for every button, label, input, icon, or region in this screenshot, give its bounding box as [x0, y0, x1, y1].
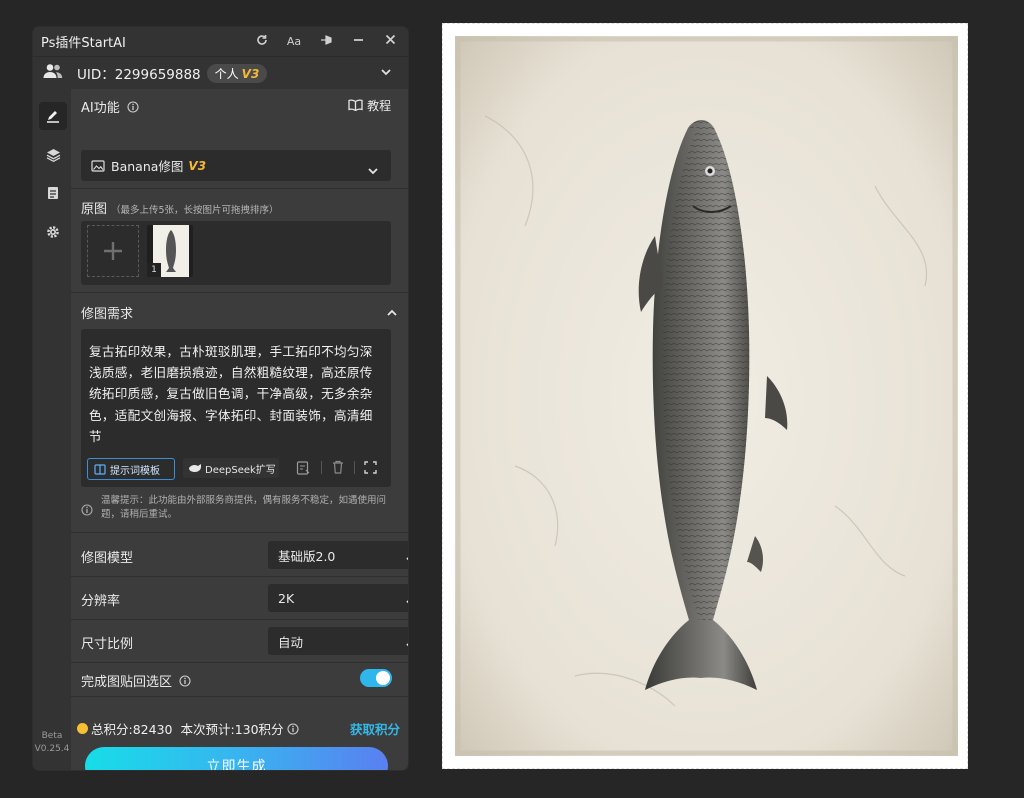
users-icon — [43, 63, 65, 83]
add-image-button[interactable] — [87, 225, 139, 277]
info-icon[interactable] — [287, 722, 299, 735]
document-icon[interactable] — [39, 179, 67, 207]
whale-icon — [189, 464, 201, 472]
user-bar[interactable]: UID：2299659888 个人 V3 — [33, 56, 408, 89]
info-icon — [81, 501, 93, 520]
source-image-label: 原图 （最多上传5张，长按图片可拖拽排序） — [81, 198, 279, 217]
title-bar[interactable]: Ps插件StartAI Aa — [33, 27, 408, 56]
toolbar-divider — [321, 461, 322, 474]
notice-text: 温馨提示：此功能由外部服务商提供，偶有服务不稳定，如遇使用问题，请稍后重试。 — [101, 495, 387, 520]
toolbar-divider — [354, 461, 355, 474]
user-uid: UID：2299659888 — [77, 67, 201, 83]
tutorial-link[interactable]: 教程 — [348, 97, 391, 114]
model-value: 基础版2.0 — [278, 548, 336, 564]
refresh-icon[interactable] — [252, 34, 272, 50]
model-select[interactable]: 基础版2.0 — [268, 541, 408, 569]
divider — [71, 532, 408, 533]
app-title: Ps插件StartAI — [41, 36, 126, 51]
divider — [71, 619, 408, 620]
resolution-select[interactable]: 2K — [268, 584, 408, 612]
clipboard-icon[interactable] — [294, 458, 312, 476]
paste-back-toggle[interactable] — [360, 669, 392, 687]
window-controls: Aa — [252, 27, 400, 56]
trash-icon[interactable] — [329, 458, 347, 476]
ai-tool-name: Banana修图 — [111, 159, 184, 174]
plan-level: V3 — [241, 66, 260, 81]
ai-feature-text: AI功能 — [81, 101, 120, 116]
plugin-panel: Ps插件StartAI Aa UID：2299659888 个人 V3 Beta… — [33, 27, 408, 770]
image-icon — [91, 159, 105, 172]
get-points-link[interactable]: 获取积分 — [350, 719, 400, 738]
expand-icon[interactable] — [361, 458, 379, 476]
estimate-points: 本次预计:130积分 — [180, 722, 284, 737]
divider — [71, 188, 408, 189]
ratio-label: 尺寸比例 — [81, 637, 134, 652]
upload-area: 1 — [81, 221, 391, 285]
prompt-label: 修图需求 — [81, 307, 134, 322]
book-icon — [348, 99, 363, 112]
divider — [71, 576, 408, 577]
chevron-down-icon — [405, 593, 408, 612]
main-content: AI功能 教程 Banana修图 V3 原图 （最多上传5张，长按图片可拖拽排序） — [71, 89, 408, 770]
aged-paper-image — [455, 36, 958, 756]
plan-name: 个人 — [214, 66, 239, 81]
ai-tool-level: V3 — [188, 158, 207, 173]
toggle-knob — [376, 671, 390, 685]
resolution-label: 分辨率 — [81, 594, 121, 609]
fish-print-image — [455, 36, 958, 756]
info-icon[interactable] — [127, 101, 139, 113]
layers-icon[interactable] — [39, 141, 67, 169]
prompt-template-button[interactable]: 提示词模板 — [87, 458, 175, 480]
plan-badge: 个人 V3 — [206, 63, 268, 83]
info-icon[interactable] — [179, 675, 191, 687]
minimize-icon[interactable] — [348, 34, 368, 49]
chevron-up-icon[interactable] — [386, 303, 398, 322]
ai-tool-select[interactable]: Banana修图 V3 — [81, 150, 391, 181]
source-image-text: 原图 — [81, 202, 108, 217]
version-label: V0.25.4 — [34, 744, 70, 754]
beta-label: Beta — [41, 731, 63, 741]
chevron-down-icon — [405, 550, 408, 569]
pin-icon[interactable] — [316, 34, 336, 50]
coin-icon — [77, 723, 88, 734]
ratio-select[interactable]: 自动 — [268, 627, 408, 655]
deepseek-expand-button[interactable]: DeepSeek扩写 — [183, 458, 279, 478]
chevron-down-icon — [405, 636, 408, 655]
font-size-icon[interactable]: Aa — [284, 35, 304, 48]
plus-icon — [104, 242, 122, 260]
chevron-down-icon[interactable] — [380, 63, 392, 82]
divider — [71, 292, 408, 293]
thumbnail-index: 1 — [147, 263, 161, 277]
chevron-down-icon — [367, 161, 379, 180]
model-label: 修图模型 — [81, 551, 134, 566]
paste-back-text: 完成图贴回选区 — [81, 675, 173, 690]
prompt-text: 复古拓印效果，古朴斑驳肌理，手工拓印不均匀深浅质感，老旧磨损痕迹，自然粗糙纹理，… — [89, 344, 373, 444]
resolution-value: 2K — [278, 590, 295, 606]
tutorial-text: 教程 — [367, 99, 392, 113]
paste-back-label: 完成图贴回选区 — [81, 671, 191, 690]
edit-icon[interactable] — [39, 102, 67, 130]
sidebar: Beta V0.25.4 — [33, 89, 71, 770]
close-icon[interactable] — [380, 34, 400, 49]
total-points: 总积分:82430 — [91, 722, 173, 737]
deepseek-text: DeepSeek扩写 — [205, 464, 276, 476]
ai-feature-label: AI功能 — [81, 97, 139, 116]
points-summary: 总积分:82430 本次预计:130积分 — [77, 719, 299, 738]
ratio-value: 自动 — [278, 634, 304, 650]
divider — [71, 696, 408, 697]
generate-button[interactable]: 立即生成 — [85, 747, 388, 770]
image-thumbnail[interactable]: 1 — [147, 225, 193, 277]
source-image-hint: （最多上传5张，长按图片可拖拽排序） — [111, 205, 279, 216]
gear-icon[interactable] — [39, 218, 67, 246]
divider — [71, 662, 408, 663]
template-icon — [94, 463, 106, 475]
prompt-template-text: 提示词模板 — [110, 465, 160, 477]
canvas-selection[interactable] — [442, 23, 968, 769]
